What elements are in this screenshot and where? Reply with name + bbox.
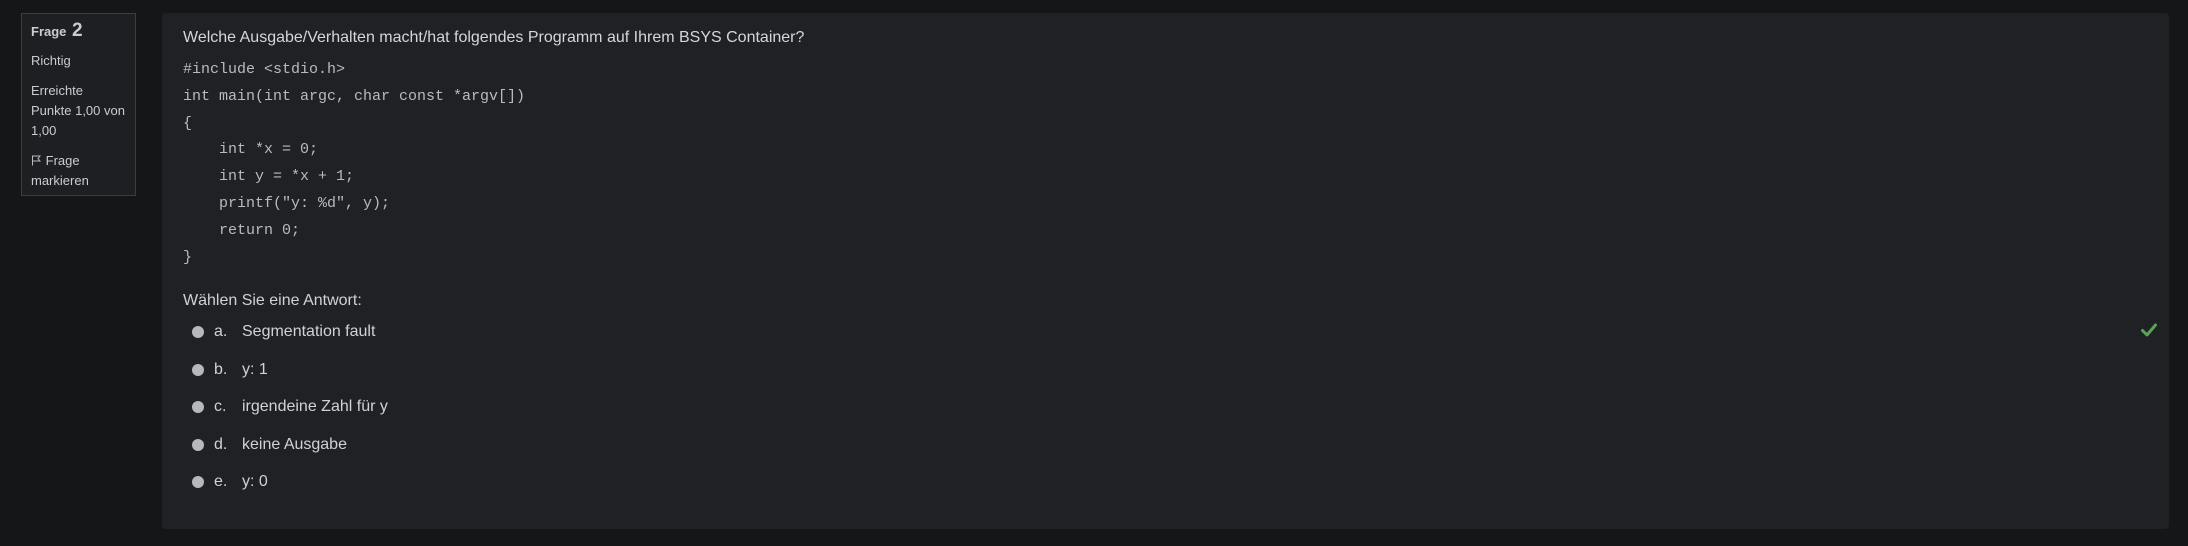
check-icon	[2141, 323, 2157, 337]
answer-prompt: Wählen Sie eine Antwort:	[183, 292, 362, 310]
answer-letter: d.	[214, 435, 228, 453]
answer-option-e[interactable]: e. y: 0	[183, 463, 2148, 501]
question-text: Welche Ausgabe/Verhalten macht/hat folge…	[183, 29, 805, 46]
flag-question-link[interactable]: Frage markieren	[31, 151, 126, 191]
radio-button[interactable]	[192, 476, 204, 489]
question-state: Richtig	[31, 53, 71, 68]
answer-text: y: 1	[242, 360, 268, 378]
question-content: Welche Ausgabe/Verhalten macht/hat folge…	[162, 13, 2169, 529]
answer-letter: b.	[214, 360, 228, 378]
question-info-box: Frage 2 Richtig Erreichte Punkte 1,00 vo…	[21, 13, 136, 196]
answer-letter: a.	[214, 323, 228, 341]
question-grade: Erreichte Punkte 1,00 von 1,00	[31, 83, 125, 138]
answer-text: irgendeine Zahl für y	[242, 398, 388, 416]
question-number: 2	[72, 20, 83, 41]
code-block: #include <stdio.h> int main(int argc, ch…	[183, 61, 526, 266]
answer-option-a[interactable]: a. Segmentation fault	[183, 313, 2157, 351]
answer-option-c[interactable]: c. irgendeine Zahl für y	[183, 388, 2148, 426]
answer-letter: e.	[214, 473, 228, 491]
answer-text: Segmentation fault	[242, 323, 376, 341]
radio-button[interactable]	[192, 401, 204, 414]
question-label: Frage	[31, 24, 67, 39]
answer-list: a. Segmentation fault b. y: 1 c. irgende…	[183, 313, 2157, 501]
question-number-heading: Frage 2	[31, 21, 126, 42]
answer-option-b[interactable]: b. y: 1	[183, 351, 2148, 389]
flag-icon	[32, 155, 42, 166]
answer-option-d[interactable]: d. keine Ausgabe	[183, 426, 2148, 464]
radio-button[interactable]	[192, 363, 204, 376]
answer-text: y: 0	[242, 473, 268, 491]
answer-text: keine Ausgabe	[242, 435, 347, 453]
answer-letter: c.	[214, 398, 227, 416]
radio-button[interactable]	[192, 326, 204, 339]
radio-button[interactable]	[192, 438, 204, 451]
